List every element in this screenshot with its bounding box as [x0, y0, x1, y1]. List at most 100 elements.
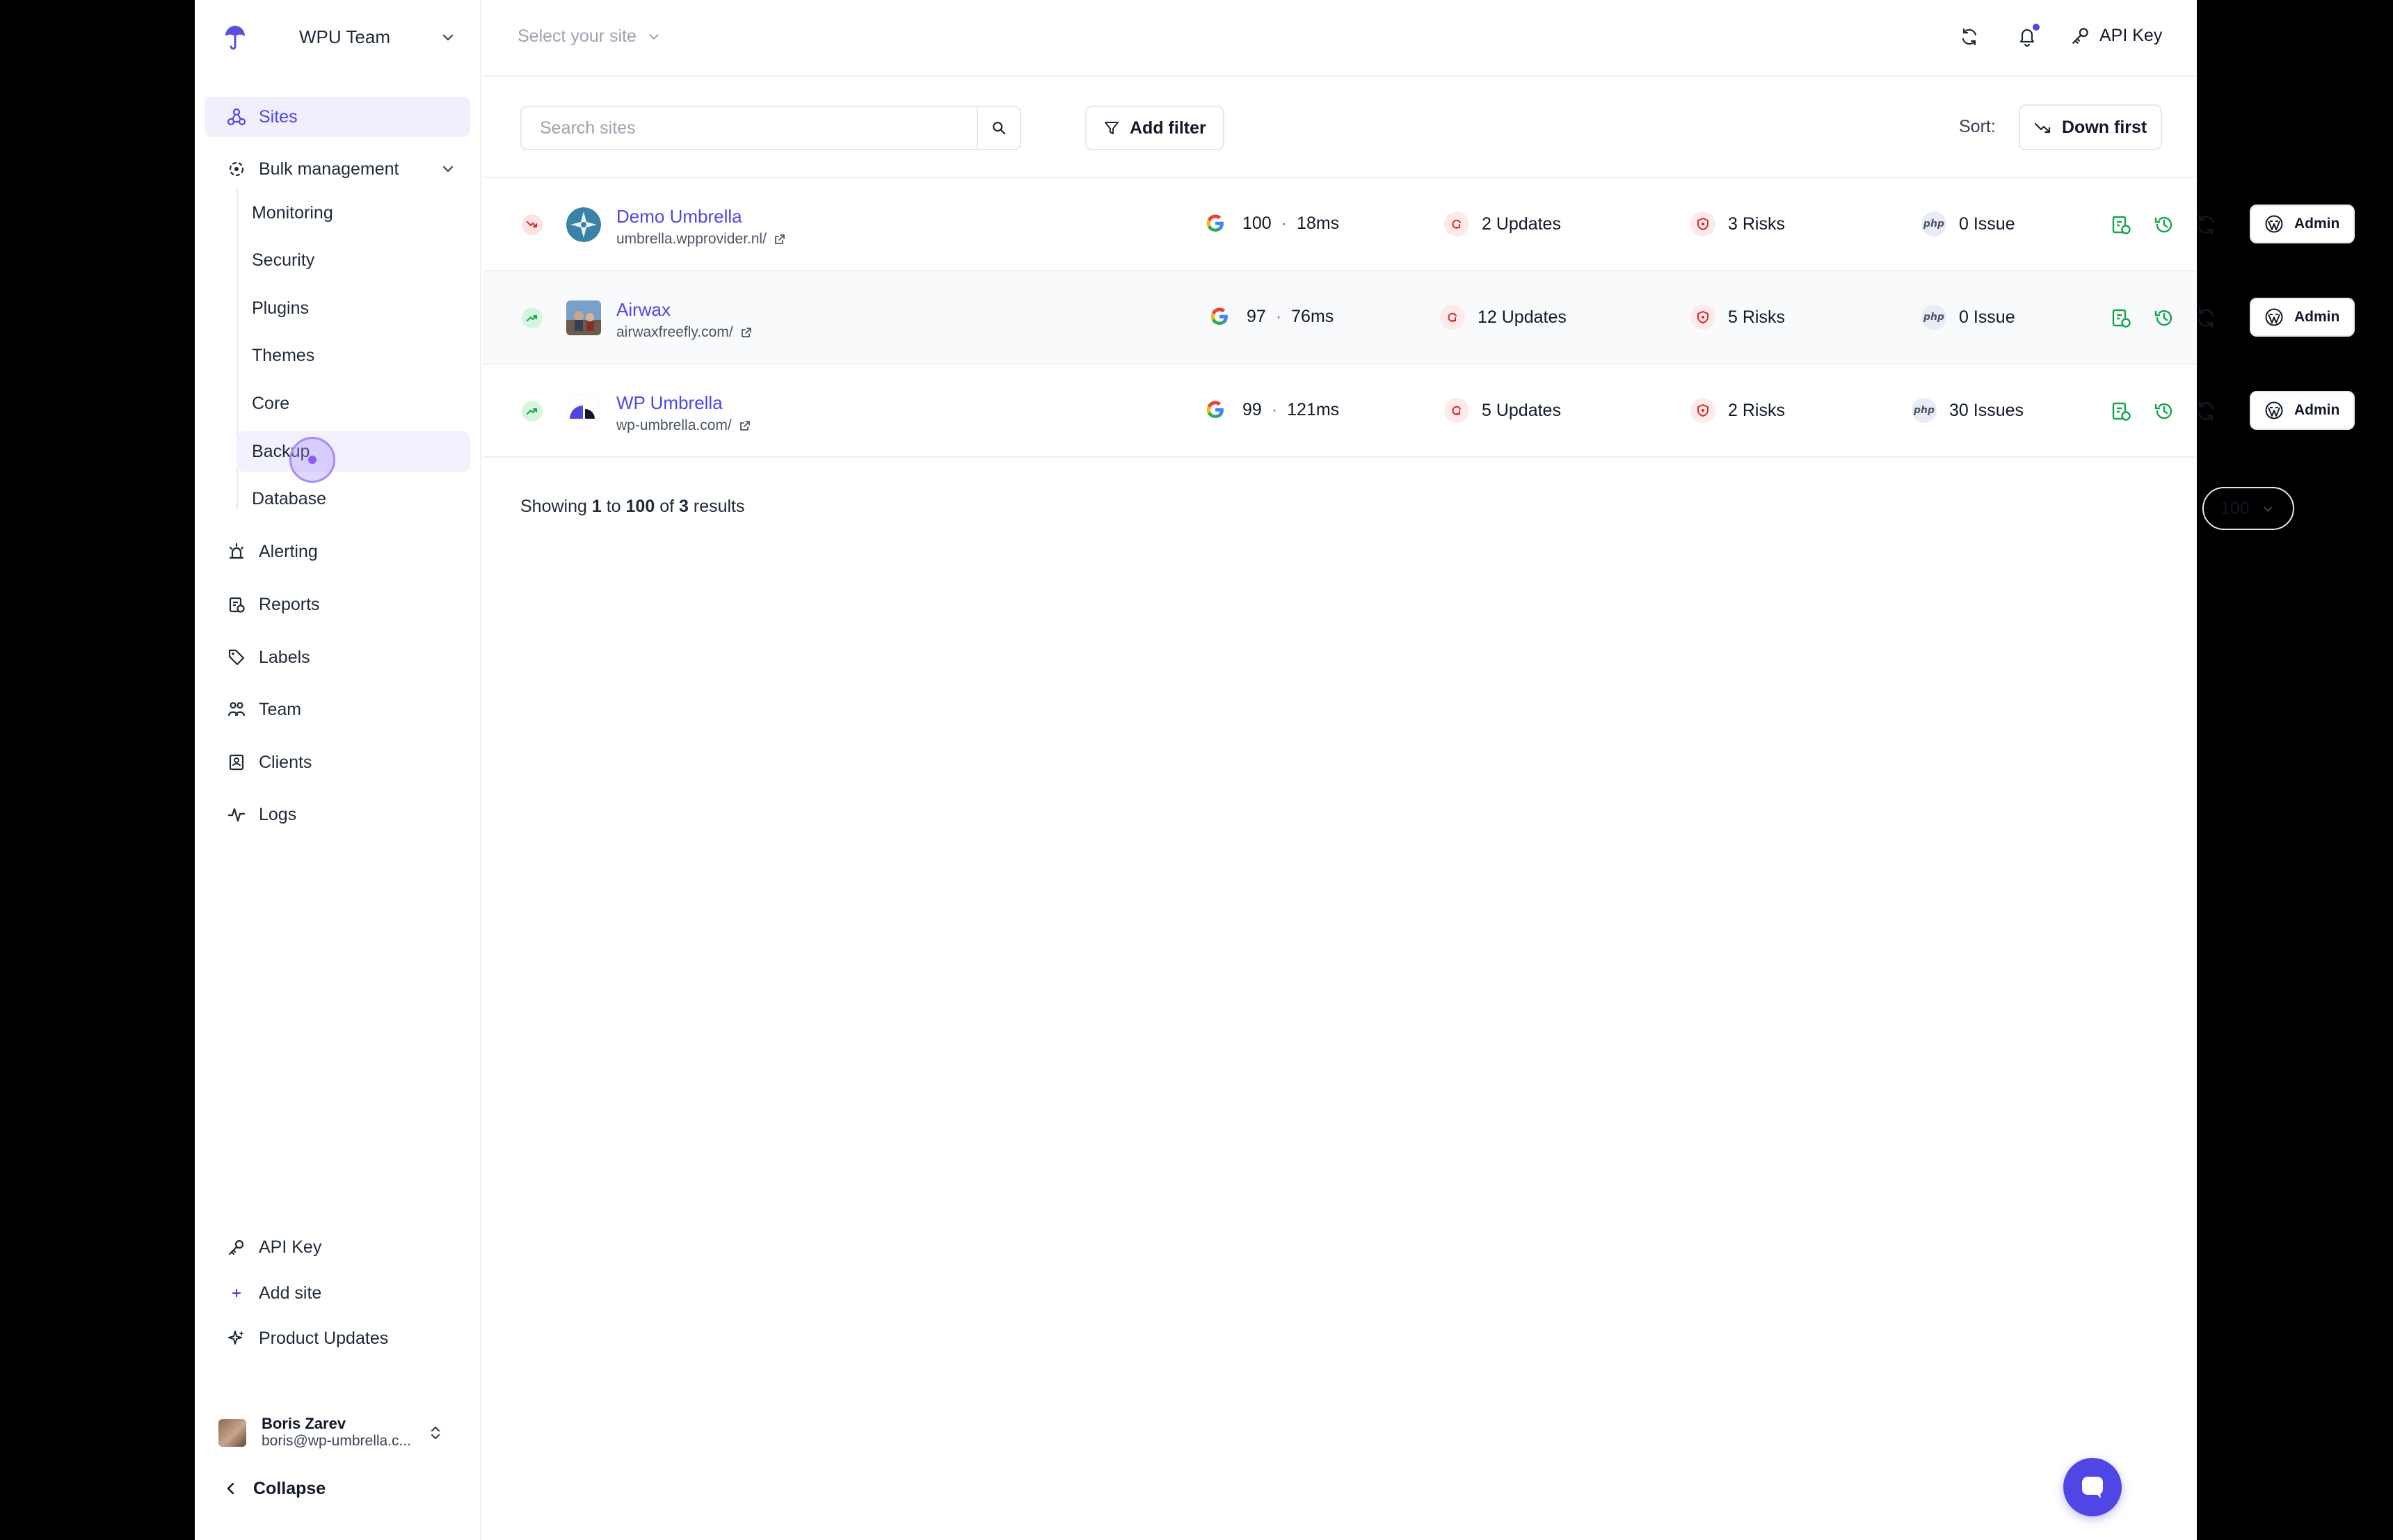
php-issues-count[interactable]: php 0 Issue: [1921, 211, 2015, 236]
submenu-item-backup[interactable]: Backup: [237, 431, 470, 472]
user-account-menu[interactable]: Boris Zarev boris@wp-umbrella.c...: [218, 1412, 469, 1454]
risks-count[interactable]: 5 Risks: [1690, 305, 1785, 330]
update-refresh-icon: [1444, 398, 1469, 423]
risks-label: 5 Risks: [1728, 307, 1785, 327]
submenu-label: Monitoring: [252, 202, 333, 223]
sidebar-item-team[interactable]: Team: [205, 689, 470, 730]
site-name-link[interactable]: Airwax: [616, 299, 671, 321]
php-issues-label: 0 Issue: [1959, 214, 2015, 234]
submenu-item-core[interactable]: Core: [237, 383, 470, 424]
submenu-item-themes[interactable]: Themes: [237, 335, 470, 376]
pagination-of-word: of: [659, 497, 675, 516]
alarm-siren-icon: [229, 543, 244, 559]
wp-admin-button[interactable]: Admin: [2250, 298, 2355, 337]
sidebar-item-bulk-management[interactable]: Bulk management: [205, 149, 470, 189]
pagination-to-word: to: [606, 497, 621, 516]
submenu-item-database[interactable]: Database: [237, 479, 470, 519]
site-row[interactable]: WP Umbrella wp-umbrella.com/ 99 · 121ms …: [483, 364, 2355, 458]
external-link-icon: [775, 234, 785, 244]
site-url-link[interactable]: wp-umbrella.com/: [616, 417, 751, 434]
report-clipboard-icon[interactable]: [2109, 213, 2133, 236]
site-row[interactable]: Airwax airwaxfreefly.com/ 97 · 76ms 12 U…: [483, 271, 2355, 364]
sidebar-item-labels[interactable]: Labels: [205, 637, 470, 677]
report-clipboard-icon[interactable]: [2109, 399, 2133, 423]
site-url-text: wp-umbrella.com/: [616, 417, 732, 433]
sidebar-item-label: Logs: [259, 804, 297, 824]
sync-icon[interactable]: [2194, 213, 2218, 236]
sidebar-item-api-key[interactable]: API Key: [205, 1227, 470, 1267]
chevron-down-icon: [2264, 506, 2272, 512]
site-url-text: umbrella.wpprovider.nl/: [616, 231, 767, 247]
submenu-label: Themes: [252, 345, 315, 365]
sidebar-item-clients[interactable]: Clients: [205, 742, 470, 783]
risks-count[interactable]: 2 Risks: [1690, 398, 1785, 423]
sort-dropdown-button[interactable]: Down first: [2019, 104, 2163, 150]
add-filter-button[interactable]: Add filter: [1085, 106, 1224, 150]
api-key-label: API Key: [2099, 25, 2163, 45]
performance-value: 99: [1242, 399, 1262, 419]
sidebar-item-label: Reports: [259, 594, 320, 614]
submenu-item-plugins[interactable]: Plugins: [237, 288, 470, 328]
submenu-item-security[interactable]: Security: [237, 240, 470, 280]
collapse-sidebar-button[interactable]: Collapse: [218, 1475, 326, 1502]
external-link-icon: [739, 421, 750, 431]
report-clipboard-icon[interactable]: [2109, 306, 2133, 330]
wp-admin-button[interactable]: Admin: [2250, 391, 2355, 430]
site-row[interactable]: Demo Umbrella umbrella.wpprovider.nl/ 10…: [483, 178, 2355, 271]
site-url-link[interactable]: airwaxfreefly.com/: [616, 324, 753, 341]
team-switcher[interactable]: WPU Team: [195, 0, 480, 77]
site-url-link[interactable]: umbrella.wpprovider.nl/: [616, 231, 786, 248]
submenu-item-monitoring[interactable]: Monitoring: [237, 193, 470, 233]
php-issues-count[interactable]: php 0 Issue: [1921, 305, 2015, 330]
sidebar-item-label: Labels: [259, 647, 310, 667]
sidebar-item-add-site[interactable]: Add site: [205, 1273, 470, 1313]
main-content: Select your site API Key Add filter: [483, 0, 2355, 1540]
php-icon: php: [1912, 398, 1937, 423]
sidebar-item-label: Bulk management: [259, 159, 399, 179]
site-name-link[interactable]: Demo Umbrella: [616, 206, 742, 227]
wp-admin-button[interactable]: Admin: [2250, 204, 2355, 243]
backup-history-icon[interactable]: [2152, 399, 2176, 423]
performance-score: 97 · 76ms: [1209, 306, 1334, 327]
submenu-label: Database: [252, 488, 327, 508]
updates-count[interactable]: 2 Updates: [1444, 211, 1561, 236]
updates-label: 12 Updates: [1478, 307, 1567, 327]
per-page-select[interactable]: 100: [2202, 487, 2294, 530]
umbrella-logo-icon: [225, 26, 245, 50]
sparkles-icon: [228, 1331, 244, 1345]
search-button[interactable]: [977, 107, 1020, 149]
sidebar-item-logs[interactable]: Logs: [205, 794, 470, 835]
search-box: [520, 106, 1021, 150]
php-icon: php: [1921, 305, 1946, 330]
sidebar-item-label: Add site: [259, 1283, 322, 1303]
risks-count[interactable]: 3 Risks: [1690, 211, 1785, 236]
site-favicon-photo: [566, 300, 601, 335]
updates-count[interactable]: 5 Updates: [1444, 398, 1561, 423]
sidebar-item-reports[interactable]: Reports: [205, 584, 470, 625]
activity-pulse-icon: [227, 808, 246, 822]
sidebar-item-product-updates[interactable]: Product Updates: [205, 1318, 470, 1358]
php-issues-count[interactable]: php 30 Issues: [1912, 398, 2024, 423]
sidebar-item-sites[interactable]: Sites: [205, 97, 470, 137]
status-down-badge: [522, 214, 543, 235]
site-selector[interactable]: Select your site: [518, 26, 662, 47]
api-key-button[interactable]: API Key: [2070, 25, 2162, 46]
backup-history-icon[interactable]: [2152, 213, 2176, 236]
sidebar-item-alerting[interactable]: Alerting: [205, 531, 470, 572]
search-icon: [993, 122, 1006, 135]
sync-icon[interactable]: [2194, 306, 2218, 330]
trending-up-icon: [527, 408, 537, 415]
site-name-link[interactable]: WP Umbrella: [616, 392, 723, 414]
chevron-up-down-icon: [431, 1426, 440, 1440]
shield-icon: [1690, 305, 1715, 330]
chat-support-button[interactable]: [2063, 1458, 2122, 1516]
refresh-icon[interactable]: [1959, 26, 1980, 47]
key-icon: [228, 1240, 244, 1256]
sync-icon[interactable]: [2194, 399, 2218, 423]
updates-count[interactable]: 12 Updates: [1440, 305, 1567, 330]
performance-score: 99 · 121ms: [1205, 399, 1339, 420]
search-input[interactable]: [522, 107, 967, 149]
google-icon: [1210, 307, 1228, 325]
separator-dot: ·: [1281, 213, 1288, 233]
backup-history-icon[interactable]: [2152, 306, 2176, 330]
